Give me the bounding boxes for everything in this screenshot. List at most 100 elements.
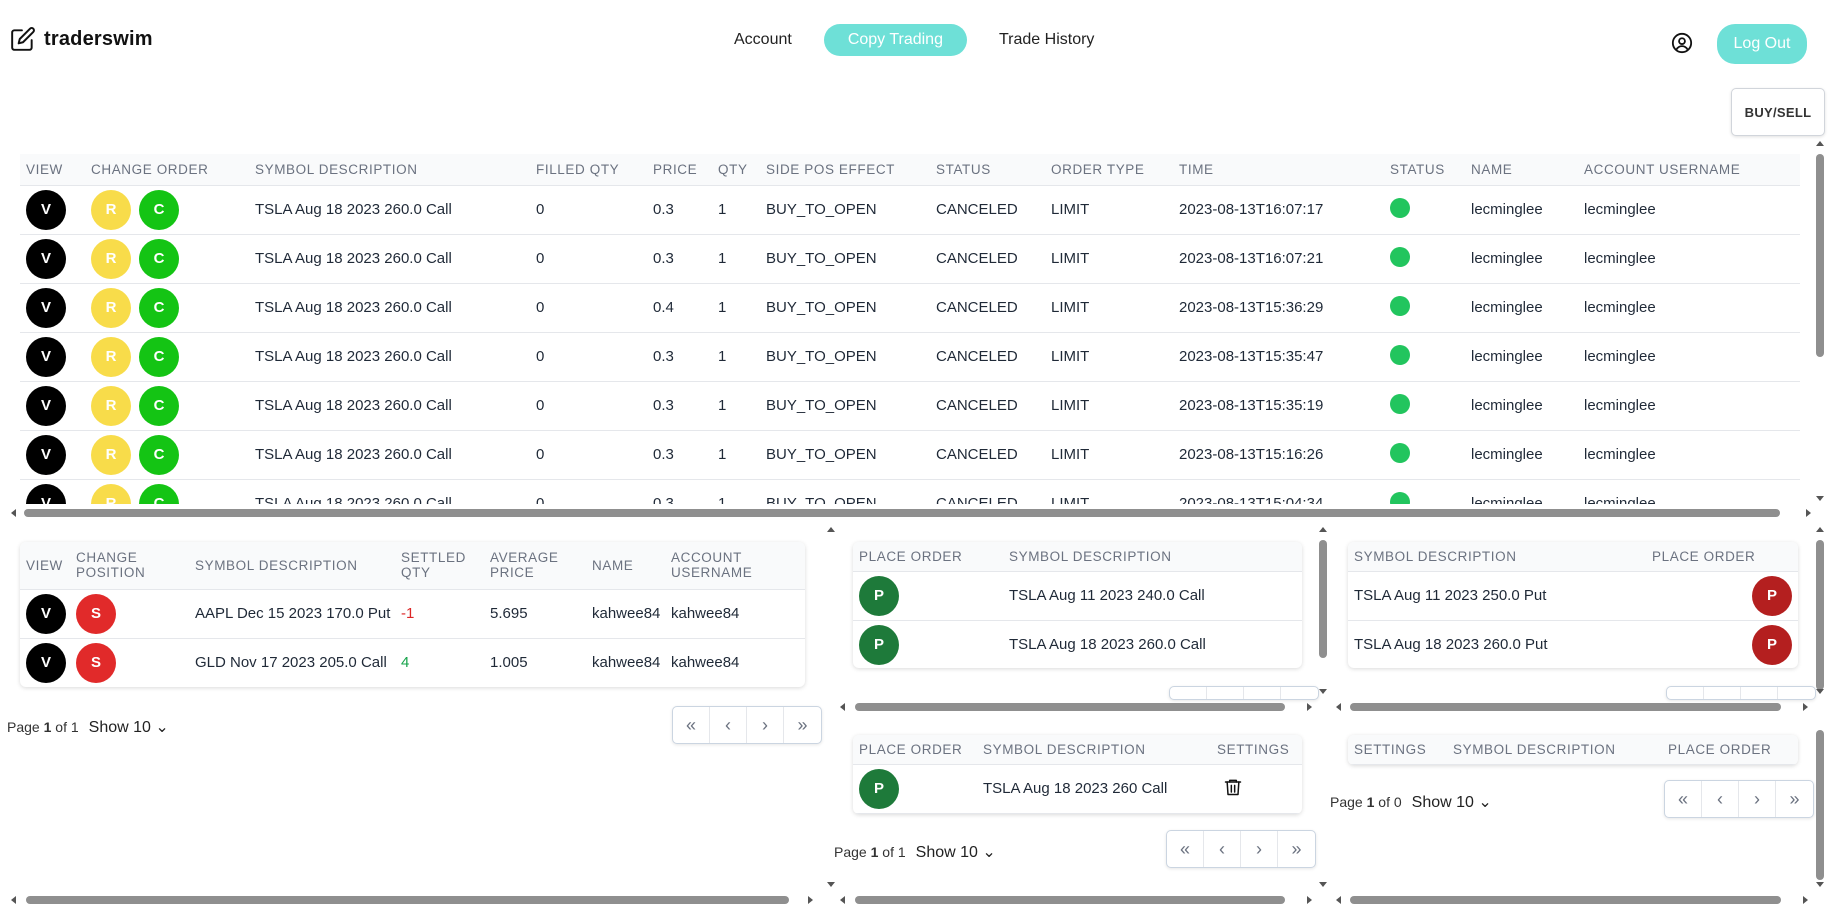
last-page-icon[interactable]: »: [1778, 687, 1815, 700]
first-page-icon[interactable]: «: [1167, 831, 1204, 867]
col-name[interactable]: NAME: [1465, 154, 1578, 186]
col-change-position[interactable]: CHANGE POSITION: [70, 542, 189, 590]
col-symbol[interactable]: SYMBOL DESCRIPTION: [1003, 542, 1302, 572]
last-page-icon[interactable]: »: [1776, 781, 1813, 817]
replace-order-button[interactable]: R: [91, 238, 131, 279]
user-icon[interactable]: [1671, 32, 1693, 54]
scroll-left-arrow[interactable]: [1336, 703, 1341, 711]
prev-page-icon[interactable]: ‹: [1204, 831, 1241, 867]
scroll-up-arrow[interactable]: [1816, 141, 1824, 146]
last-page-icon[interactable]: »: [1278, 831, 1315, 867]
scroll-right-arrow[interactable]: [1803, 896, 1808, 904]
puts-h-scrollbar[interactable]: [1350, 703, 1781, 711]
col-qty[interactable]: QTY: [712, 154, 760, 186]
view-button[interactable]: V: [26, 483, 66, 504]
page-size-select[interactable]: Show 10 ⌄: [89, 717, 169, 737]
col-change-order[interactable]: CHANGE ORDER: [85, 154, 249, 186]
col-place-order[interactable]: PLACE ORDER: [1646, 542, 1798, 572]
col-place-order[interactable]: PLACE ORDER: [1662, 735, 1798, 765]
scroll-down-arrow[interactable]: [1319, 689, 1327, 694]
view-button[interactable]: V: [26, 593, 66, 634]
scroll-up-arrow[interactable]: [1319, 527, 1327, 532]
scroll-right-arrow[interactable]: [1803, 703, 1808, 711]
orders-h-scrollbar[interactable]: [24, 509, 1780, 517]
place-order-button[interactable]: P: [859, 624, 899, 665]
col-symbol[interactable]: SYMBOL DESCRIPTION: [249, 154, 530, 186]
scroll-up-arrow[interactable]: [827, 527, 835, 532]
logout-button[interactable]: Log Out: [1717, 24, 1807, 64]
view-button[interactable]: V: [26, 336, 66, 377]
place-order-button[interactable]: P: [859, 575, 899, 616]
buy-sell-button[interactable]: BUY/SELL: [1731, 88, 1825, 136]
scroll-right-arrow[interactable]: [808, 896, 813, 904]
cancel-order-button[interactable]: C: [139, 434, 179, 475]
next-page-icon[interactable]: ›: [1244, 687, 1281, 699]
col-side-pos-effect[interactable]: SIDE POS EFFECT: [760, 154, 930, 186]
cancel-order-button[interactable]: C: [139, 336, 179, 377]
col-settings[interactable]: SETTINGS: [1211, 735, 1302, 765]
col-account-username[interactable]: ACCOUNT USERNAME: [1578, 154, 1800, 186]
col-view[interactable]: VIEW: [20, 154, 85, 186]
scroll-left-arrow[interactable]: [840, 703, 845, 711]
scroll-down-arrow[interactable]: [1816, 496, 1824, 501]
col-name[interactable]: NAME: [586, 542, 665, 590]
sell-position-button[interactable]: S: [76, 642, 116, 683]
nav-account[interactable]: Account: [710, 24, 816, 56]
col-average-price[interactable]: AVERAGE PRICE: [484, 542, 586, 590]
view-button[interactable]: V: [26, 434, 66, 475]
scroll-right-arrow[interactable]: [1806, 509, 1811, 517]
watch-h-scrollbar[interactable]: [855, 896, 1285, 904]
first-page-icon[interactable]: «: [673, 707, 710, 743]
col-order-type[interactable]: ORDER TYPE: [1045, 154, 1173, 186]
last-page-icon[interactable]: »: [784, 707, 821, 743]
prev-page-icon[interactable]: ‹: [1704, 687, 1741, 699]
first-page-icon[interactable]: «: [1170, 687, 1207, 699]
scroll-down-arrow[interactable]: [1319, 882, 1327, 887]
col-status-dot[interactable]: STATUS: [1384, 154, 1465, 186]
last-page-icon[interactable]: »: [1281, 687, 1318, 700]
cancel-order-button[interactable]: C: [139, 287, 179, 328]
sell-position-button[interactable]: S: [76, 593, 116, 634]
scroll-down-arrow[interactable]: [1816, 689, 1824, 694]
replace-order-button[interactable]: R: [91, 189, 131, 230]
replace-order-button[interactable]: R: [91, 483, 131, 504]
cancel-order-button[interactable]: C: [139, 483, 179, 504]
nav-trade-history[interactable]: Trade History: [975, 24, 1118, 56]
replace-order-button[interactable]: R: [91, 336, 131, 377]
scroll-left-arrow[interactable]: [840, 896, 845, 904]
view-button[interactable]: V: [26, 385, 66, 426]
col-symbol[interactable]: SYMBOL DESCRIPTION: [1447, 735, 1662, 765]
view-button[interactable]: V: [26, 238, 66, 279]
scroll-right-arrow[interactable]: [1307, 703, 1312, 711]
col-filled-qty[interactable]: FILLED QTY: [530, 154, 647, 186]
puts-v-scrollbar[interactable]: [1816, 540, 1824, 690]
replace-order-button[interactable]: R: [91, 434, 131, 475]
calls-h-scrollbar[interactable]: [855, 703, 1285, 711]
page-size-select[interactable]: Show 10 ⌄: [916, 842, 996, 862]
calls-v-scrollbar[interactable]: [1319, 540, 1327, 658]
next-page-icon[interactable]: ›: [1739, 781, 1776, 817]
scroll-up-arrow[interactable]: [1816, 527, 1824, 532]
replace-order-button[interactable]: R: [91, 287, 131, 328]
place-order-button[interactable]: P: [859, 768, 899, 809]
scroll-right-arrow[interactable]: [1307, 896, 1312, 904]
col-status[interactable]: STATUS: [930, 154, 1045, 186]
cancel-order-button[interactable]: C: [139, 189, 179, 230]
col-settings[interactable]: SETTINGS: [1348, 735, 1447, 765]
view-button[interactable]: V: [26, 189, 66, 230]
cancel-order-button[interactable]: C: [139, 385, 179, 426]
view-button[interactable]: V: [26, 287, 66, 328]
scroll-left-arrow[interactable]: [1336, 896, 1341, 904]
scroll-down-arrow[interactable]: [827, 882, 835, 887]
scroll-left-arrow[interactable]: [11, 509, 16, 517]
prev-page-icon[interactable]: ‹: [710, 707, 747, 743]
trash-icon[interactable]: [1223, 776, 1243, 798]
col-price[interactable]: PRICE: [647, 154, 712, 186]
col-symbol[interactable]: SYMBOL DESCRIPTION: [1348, 542, 1646, 572]
prev-page-icon[interactable]: ‹: [1207, 687, 1244, 699]
col-view[interactable]: VIEW: [20, 542, 70, 590]
place-order-button[interactable]: P: [1752, 575, 1792, 616]
first-page-icon[interactable]: «: [1665, 781, 1702, 817]
col-settled-qty[interactable]: SETTLED QTY: [395, 542, 484, 590]
nav-copy-trading[interactable]: Copy Trading: [823, 24, 967, 56]
